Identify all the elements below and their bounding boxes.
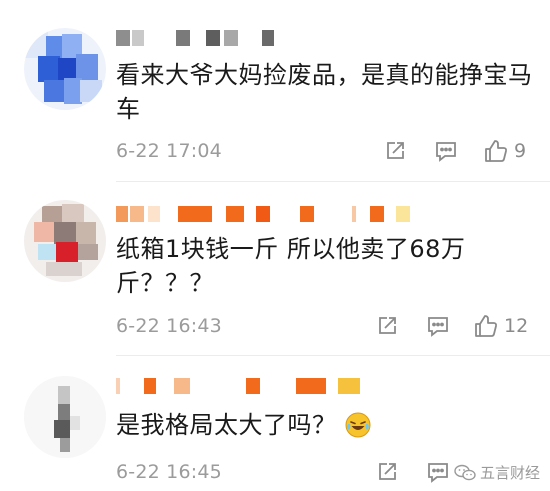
avatar[interactable]	[24, 200, 106, 282]
wechat-icon	[454, 464, 476, 480]
comment-timestamp: 6-22 17:04	[116, 140, 222, 162]
share-icon	[387, 142, 404, 159]
reply-button[interactable]	[426, 461, 450, 483]
comment-text: 是我格局太大了吗？	[116, 408, 536, 442]
comment-icon	[436, 142, 456, 162]
watermark: 五言财经	[454, 462, 540, 483]
username[interactable]	[116, 378, 366, 394]
comment-icon	[428, 463, 448, 483]
reply-button[interactable]	[426, 315, 450, 337]
comment-text-content: 是我格局太大了吗？	[116, 411, 337, 439]
share-button[interactable]	[376, 461, 398, 483]
share-button[interactable]	[376, 315, 398, 337]
username[interactable]	[116, 30, 286, 46]
comment-timestamp: 6-22 16:45	[116, 461, 222, 483]
like-button[interactable]: 12	[474, 314, 528, 338]
comment-item: 纸箱1块钱一斤 所以他卖了68万斤？？？ 6-22 16:43 12	[0, 182, 550, 356]
comment-text: 纸箱1块钱一斤 所以他卖了68万斤？？？	[116, 235, 466, 297]
share-button[interactable]	[384, 140, 406, 162]
avatar[interactable]	[24, 376, 106, 458]
thumbs-up-icon	[485, 140, 508, 162]
thumbs-up-icon	[475, 315, 498, 337]
watermark-text: 五言财经	[479, 464, 540, 482]
username[interactable]	[116, 206, 416, 222]
share-icon	[379, 317, 396, 334]
like-count: 9	[514, 140, 527, 162]
comment-timestamp: 6-22 16:43	[116, 315, 222, 337]
reply-button[interactable]	[434, 140, 458, 162]
comment-text: 看来大爷大妈捡废品，是真的能挣宝马车	[116, 61, 533, 123]
like-button[interactable]: 9	[484, 139, 526, 163]
avatar[interactable]	[24, 28, 106, 110]
comment-item: 看来大爷大妈捡废品，是真的能挣宝马车 6-22 17:04 9	[0, 0, 550, 182]
laughing-crying-emoji-icon	[345, 412, 371, 438]
like-count: 12	[504, 315, 529, 337]
share-icon	[379, 463, 396, 480]
comment-icon	[428, 317, 448, 337]
